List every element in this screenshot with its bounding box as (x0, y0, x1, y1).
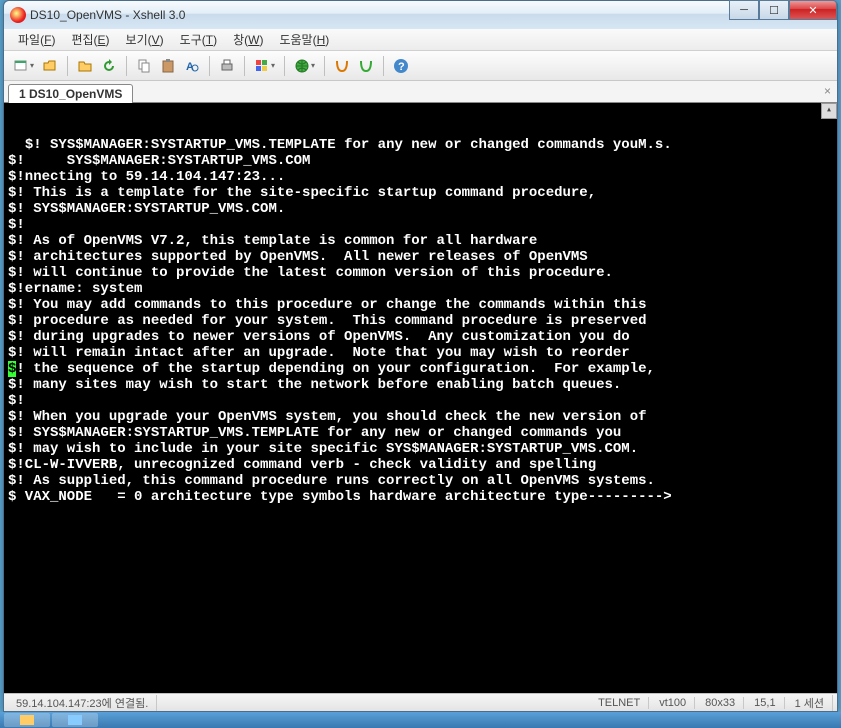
status-host: 59.14.104.147:23에 연결됨. (8, 695, 157, 711)
status-cursor-pos: 15,1 (746, 697, 784, 709)
folder-icon (20, 715, 34, 725)
menu-tools[interactable]: 도구(T) (174, 29, 223, 50)
window-title: DS10_OpenVMS - Xshell 3.0 (30, 8, 833, 22)
copy-icon (136, 58, 152, 74)
dropdown-arrow-icon: ▾ (271, 61, 278, 70)
status-session-count: 1 세션 (787, 695, 833, 711)
status-protocol: TELNET (590, 697, 649, 709)
encoding-button[interactable]: ▾ (291, 55, 318, 77)
find-icon: A (184, 58, 200, 74)
script-icon (334, 58, 350, 74)
print-button[interactable] (216, 55, 238, 77)
separator (324, 56, 325, 76)
menu-view[interactable]: 보기(V) (120, 29, 170, 50)
folder-open-icon (42, 58, 58, 74)
globe-icon (294, 58, 310, 74)
menu-file[interactable]: 파일(F) (12, 29, 61, 50)
svg-text:?: ? (398, 61, 405, 73)
app-icon (10, 7, 26, 23)
new-session-button[interactable]: ▾ (10, 55, 37, 77)
taskbar-item[interactable] (52, 713, 98, 727)
scroll-up-button[interactable]: ▴ (821, 103, 837, 119)
script-stop-button[interactable] (355, 55, 377, 77)
titlebar[interactable]: DS10_OpenVMS - Xshell 3.0 ─ ☐ ✕ (4, 1, 837, 29)
taskbar-item[interactable] (4, 713, 50, 727)
menubar: 파일(F) 편집(E) 보기(V) 도구(T) 창(W) 도움말(H) (4, 29, 837, 51)
os-taskbar[interactable] (0, 712, 841, 728)
app-icon (68, 715, 82, 725)
menu-window[interactable]: 창(W) (227, 29, 269, 50)
dropdown-arrow-icon: ▾ (30, 61, 37, 70)
close-button[interactable]: ✕ (789, 0, 837, 20)
help-icon: ? (393, 58, 409, 74)
open-session-button[interactable] (39, 55, 61, 77)
paste-button[interactable] (157, 55, 179, 77)
dropdown-arrow-icon: ▾ (311, 61, 318, 70)
status-bar: 59.14.104.147:23에 연결됨. TELNET vt100 80x3… (4, 693, 837, 711)
menu-help[interactable]: 도움말(H) (273, 29, 335, 50)
menu-edit[interactable]: 편집(E) (65, 29, 115, 50)
terminal-area[interactable]: $! SYS$MANAGER:SYSTARTUP_VMS.TEMPLATE fo… (4, 103, 837, 693)
minimize-button[interactable]: ─ (729, 0, 759, 20)
script-run-button[interactable] (331, 55, 353, 77)
color-scheme-button[interactable]: ▾ (251, 55, 278, 77)
maximize-button[interactable]: ☐ (759, 0, 789, 20)
separator (209, 56, 210, 76)
find-button[interactable]: A (181, 55, 203, 77)
refresh-icon (101, 58, 117, 74)
separator (67, 56, 68, 76)
copy-button[interactable] (133, 55, 155, 77)
main-window: DS10_OpenVMS - Xshell 3.0 ─ ☐ ✕ 파일(F) 편집… (3, 0, 838, 712)
window-controls: ─ ☐ ✕ (729, 0, 837, 20)
separator (244, 56, 245, 76)
separator (383, 56, 384, 76)
tab-bar: 1 DS10_OpenVMS × (4, 81, 837, 103)
disconnect-button[interactable] (74, 55, 96, 77)
tab-session-1[interactable]: 1 DS10_OpenVMS (8, 84, 133, 103)
printer-icon (219, 58, 235, 74)
palette-icon (254, 58, 270, 74)
tab-close-button[interactable]: × (824, 84, 831, 98)
paste-icon (160, 58, 176, 74)
status-size: 80x33 (697, 697, 744, 709)
reconnect-button[interactable] (98, 55, 120, 77)
separator (126, 56, 127, 76)
svg-text:A: A (186, 61, 194, 73)
folder-icon (77, 58, 93, 74)
separator (284, 56, 285, 76)
status-terminal-type: vt100 (651, 697, 695, 709)
script-stop-icon (358, 58, 374, 74)
help-button[interactable]: ? (390, 55, 412, 77)
toolbar: ▾ A ▾ ▾ (4, 51, 837, 81)
